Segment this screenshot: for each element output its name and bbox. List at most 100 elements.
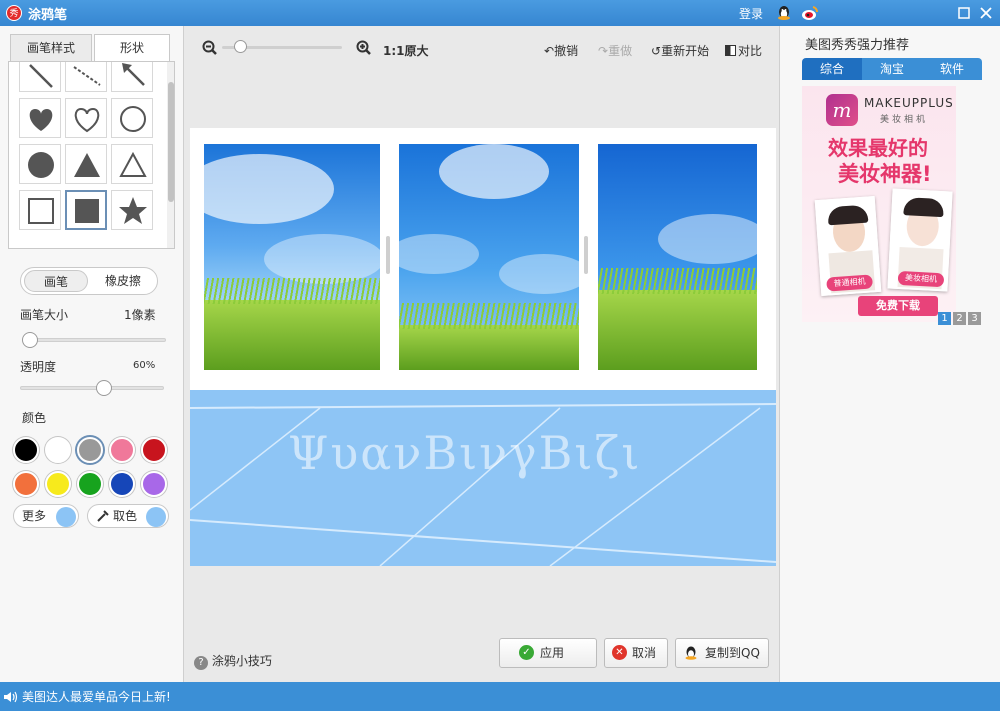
ad-page-3[interactable]: 3: [968, 312, 981, 325]
copy-to-qq-label: 复制到QQ: [705, 646, 760, 660]
compare-label: 对比: [738, 44, 763, 58]
cancel-icon: ✕: [612, 645, 627, 660]
color-label: 颜色: [22, 411, 47, 425]
color-swatch[interactable]: [77, 471, 103, 497]
heart-filled-shape-icon[interactable]: [19, 98, 61, 138]
star-shape-icon[interactable]: [111, 190, 153, 230]
brush-size-value: 1像素: [124, 308, 156, 322]
picked-color-preview: [146, 507, 166, 527]
tab-brush-style[interactable]: 画笔样式: [10, 34, 92, 62]
window-title: 涂鸦笔: [28, 8, 68, 23]
circle-filled-shape-icon[interactable]: [19, 144, 61, 184]
tips-link[interactable]: ? 涂鸦小技巧: [194, 652, 272, 670]
zoom-actual-size-button[interactable]: 1:1原大: [383, 42, 429, 59]
circle-outline-shape-icon[interactable]: [111, 98, 153, 138]
scroll-thumb[interactable]: [168, 82, 174, 202]
ad-page-1[interactable]: 1: [938, 312, 951, 325]
color-swatch[interactable]: [141, 471, 167, 497]
color-swatch[interactable]: [109, 437, 135, 463]
redo-label: 重做: [608, 44, 633, 58]
pen-mode-button[interactable]: 画笔: [24, 270, 88, 292]
opacity-label: 透明度: [20, 360, 57, 374]
editor-area: 1:1原大 ↶撤销 ↷重做 ↺重新开始 对比 ΨυανΒινγΒιζι ? 涂鸦…: [183, 26, 780, 682]
makeupplus-logo-icon: m: [826, 94, 858, 126]
zoom-knob[interactable]: [234, 40, 247, 53]
status-message[interactable]: 美图达人最爱单品今日上新!: [22, 688, 171, 705]
undo-button[interactable]: ↶撤销: [544, 42, 578, 59]
cancel-label: 取消: [632, 646, 657, 660]
qq-login-icon[interactable]: [775, 4, 793, 22]
login-link[interactable]: 登录: [739, 5, 763, 22]
canvas-watermark-text: ΨυανΒινγΒιζι: [288, 426, 642, 480]
close-button[interactable]: [977, 4, 995, 22]
image-canvas-lower[interactable]: ΨυανΒινγΒιζι: [190, 390, 776, 566]
compare-button[interactable]: 对比: [725, 42, 762, 59]
undo-label: 撤销: [554, 44, 579, 58]
weibo-login-icon[interactable]: [801, 4, 819, 22]
ad-banner[interactable]: m MAKEUPPLUS 美妆相机 效果最好的 美妆神器! 普通相机 美妆相机 …: [802, 86, 956, 322]
cancel-button[interactable]: ✕ 取消: [604, 638, 668, 668]
opacity-value: 60%: [133, 360, 156, 371]
opacity-slider[interactable]: [20, 386, 164, 390]
opacity-knob[interactable]: [96, 380, 112, 396]
ad-page-2[interactable]: 2: [953, 312, 966, 325]
color-swatch[interactable]: [77, 437, 103, 463]
left-panel: 画笔样式 形状 画笔 橡皮擦 画笔大小 1像素 透明度 60% 颜色 更多 取色: [0, 26, 183, 682]
brush-size-slider[interactable]: [24, 338, 166, 342]
ad-download-button[interactable]: 免费下载: [858, 296, 938, 316]
panel-divider-handle[interactable]: [386, 236, 390, 274]
eyedropper-button[interactable]: 取色: [87, 504, 169, 528]
restart-button[interactable]: ↺重新开始: [651, 42, 709, 59]
triangle-filled-shape-icon[interactable]: [65, 144, 107, 184]
tab-taobao[interactable]: 淘宝: [862, 58, 922, 80]
triangle-outline-shape-icon[interactable]: [111, 144, 153, 184]
color-swatch[interactable]: [141, 437, 167, 463]
zoom-out-icon[interactable]: [202, 40, 218, 56]
ad-brand-sub: 美妆相机: [880, 115, 929, 125]
qq-icon: [685, 646, 697, 660]
color-swatch[interactable]: [45, 471, 71, 497]
tips-label: 涂鸦小技巧: [211, 654, 272, 668]
zoom-in-icon[interactable]: [356, 40, 372, 56]
shape-grid: [8, 61, 175, 249]
eyedropper-label: 取色: [113, 509, 138, 523]
heart-outline-shape-icon[interactable]: [65, 98, 107, 138]
speaker-icon: [4, 691, 18, 703]
tab-software[interactable]: 软件: [922, 58, 982, 80]
arrow-shape-icon[interactable]: [111, 62, 153, 92]
restart-icon: ↺: [651, 44, 662, 58]
panel-divider-handle[interactable]: [584, 236, 588, 274]
maximize-button[interactable]: [955, 4, 973, 22]
more-colors-label: 更多: [22, 509, 47, 523]
tab-general[interactable]: 综合: [802, 58, 862, 80]
color-swatch[interactable]: [109, 471, 135, 497]
square-outline-shape-icon[interactable]: [19, 190, 61, 230]
apply-label: 应用: [540, 646, 565, 660]
redo-button[interactable]: ↷重做: [598, 42, 632, 59]
more-colors-button[interactable]: 更多: [13, 504, 79, 528]
color-swatch[interactable]: [13, 437, 39, 463]
brush-size-knob[interactable]: [22, 332, 38, 348]
color-swatch[interactable]: [45, 437, 71, 463]
tab-shapes[interactable]: 形状: [94, 34, 170, 62]
image-canvas[interactable]: [190, 128, 776, 390]
ad-brand: MAKEUPPLUS: [864, 96, 954, 110]
undo-icon: ↶: [544, 44, 555, 58]
square-filled-shape-icon[interactable]: [65, 190, 107, 230]
help-icon: ?: [194, 656, 208, 670]
apply-button[interactable]: ✓ 应用: [499, 638, 597, 668]
status-bar: 美图达人最爱单品今日上新!: [0, 682, 1000, 711]
dashed-line-shape-icon[interactable]: [65, 62, 107, 92]
title-bar: 秀 涂鸦笔 登录: [0, 0, 1000, 26]
line-shape-icon[interactable]: [19, 62, 61, 92]
sky-grass-photo-left: [204, 144, 380, 370]
ad-label-right: 美妆相机: [897, 270, 945, 288]
color-swatch[interactable]: [13, 471, 39, 497]
shape-scrollbar[interactable]: [167, 62, 174, 248]
copy-to-qq-button[interactable]: 复制到QQ: [675, 638, 769, 668]
sky-grass-photo-middle: [399, 144, 579, 370]
sky-grass-photo-right: [598, 144, 757, 370]
compare-icon: [725, 45, 736, 56]
restart-label: 重新开始: [661, 44, 710, 58]
eraser-mode-button[interactable]: 橡皮擦: [91, 270, 155, 292]
